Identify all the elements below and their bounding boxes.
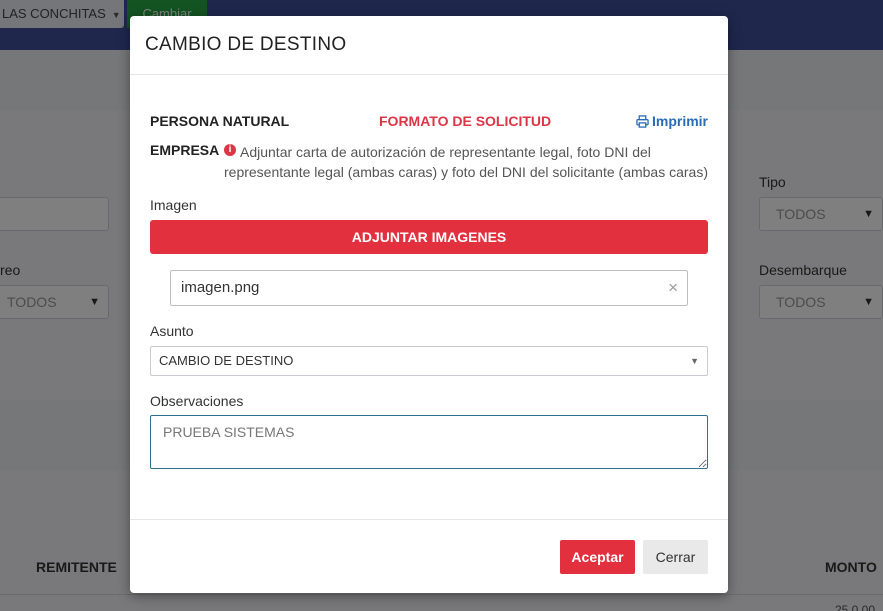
asunto-label: Asunto [150, 323, 194, 339]
request-type-row: PERSONA NATURAL FORMATO DE SOLICITUD Imp… [150, 113, 708, 133]
print-link[interactable]: Imprimir [636, 113, 708, 129]
attached-file: imagen.png × [170, 270, 688, 306]
modal-footer: Aceptar Cerrar [130, 519, 728, 594]
remove-file-icon[interactable]: × [668, 271, 678, 305]
empresa-label: EMPRESA [150, 142, 220, 158]
accept-button[interactable]: Aceptar [560, 540, 635, 574]
imagen-label: Imagen [150, 197, 197, 213]
asunto-select[interactable]: CAMBIO DE DESTINO ▼ [150, 346, 708, 376]
formato-solicitud-link[interactable]: FORMATO DE SOLICITUD [379, 113, 551, 129]
observaciones-label: Observaciones [150, 393, 244, 409]
asunto-select-value: CAMBIO DE DESTINO [159, 353, 294, 368]
attached-file-name: imagen.png [181, 279, 260, 296]
modal-title: CAMBIO DE DESTINO [145, 34, 347, 55]
persona-natural-label: PERSONA NATURAL [150, 113, 290, 129]
close-button[interactable]: Cerrar [643, 540, 708, 574]
print-link-label: Imprimir [651, 113, 708, 129]
empresa-note: Adjuntar carta de autorización de repres… [224, 144, 708, 180]
observaciones-textarea[interactable]: PRUEBA SISTEMAS [150, 415, 708, 469]
printer-icon [636, 115, 649, 128]
attach-images-button[interactable]: ADJUNTAR IMAGENES [150, 220, 708, 254]
chevron-down-icon: ▼ [690, 356, 699, 366]
modal-header: CAMBIO DE DESTINO [130, 16, 728, 75]
change-destination-modal: CAMBIO DE DESTINO PERSONA NATURAL FORMAT… [130, 16, 728, 593]
